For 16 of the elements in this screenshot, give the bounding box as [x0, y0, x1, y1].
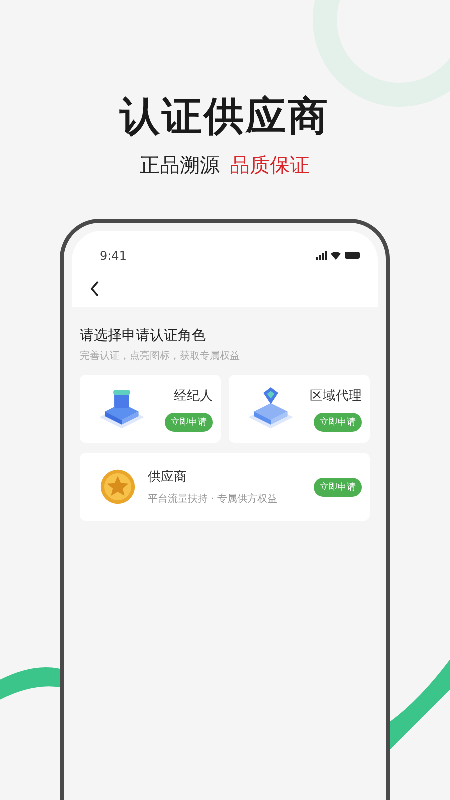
role-name: 供应商	[148, 469, 188, 486]
headline: 认证供应商	[120, 93, 330, 142]
role-description: 平台流量扶持 · 专属供方权益	[148, 492, 279, 506]
role-name: 区域代理	[310, 388, 362, 404]
role-card[interactable]: 供应商 平台流量扶持 · 专属供方权益 立即申请	[80, 453, 370, 521]
tagline-highlight: 品质保证	[230, 152, 310, 179]
status-time: 9:41	[100, 249, 127, 263]
tagline: 正品溯源	[140, 152, 220, 179]
section-subheading: 完善认证，点亮图标，获取专属权益	[80, 350, 241, 363]
section-heading: 请选择申请认证角色	[80, 327, 207, 345]
role-card[interactable]: 经纪人 立即申请	[80, 375, 221, 443]
role-card[interactable]: 区域代理 立即申请	[229, 375, 370, 443]
role-name: 经纪人	[174, 388, 213, 404]
star-coin-icon	[100, 469, 136, 505]
back-icon[interactable]	[90, 281, 100, 297]
status-icons	[316, 251, 360, 261]
